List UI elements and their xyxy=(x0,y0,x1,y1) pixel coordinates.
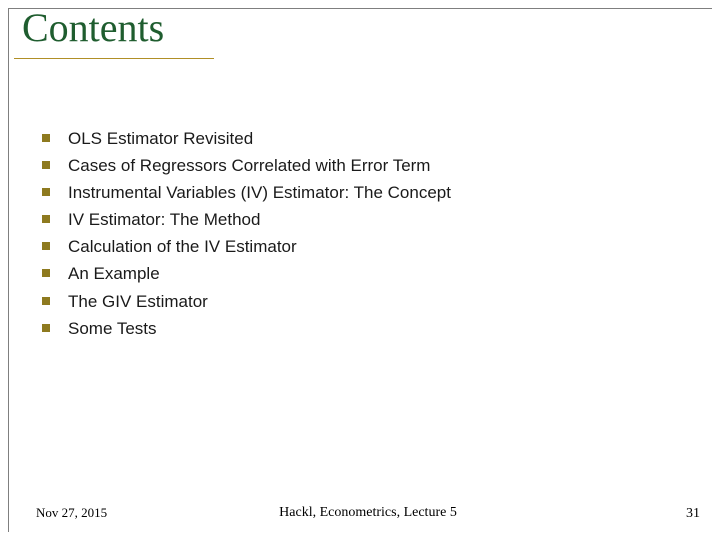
square-bullet-icon xyxy=(42,134,50,142)
footer-center: Hackl, Econometrics, Lecture 5 xyxy=(279,505,457,521)
list-item-text: Cases of Regressors Correlated with Erro… xyxy=(68,155,430,177)
footer-page-number: 31 xyxy=(686,506,700,522)
square-bullet-icon xyxy=(42,161,50,169)
list-item: IV Estimator: The Method xyxy=(42,209,662,231)
square-bullet-icon xyxy=(42,269,50,277)
list-item-text: Calculation of the IV Estimator xyxy=(68,236,297,258)
list-item-text: Some Tests xyxy=(68,318,157,340)
list-item-text: An Example xyxy=(68,263,160,285)
slide-footer: Nov 27, 2015 Hackl, Econometrics, Lectur… xyxy=(36,505,700,522)
list-item-text: The GIV Estimator xyxy=(68,291,208,313)
square-bullet-icon xyxy=(42,188,50,196)
list-item: Instrumental Variables (IV) Estimator: T… xyxy=(42,182,662,204)
slide-title: Contents xyxy=(22,6,164,50)
square-bullet-icon xyxy=(42,242,50,250)
list-item: Calculation of the IV Estimator xyxy=(42,236,662,258)
list-item-text: IV Estimator: The Method xyxy=(68,209,260,231)
contents-list: OLS Estimator Revisited Cases of Regress… xyxy=(42,128,662,345)
title-underline xyxy=(14,58,214,59)
list-item-text: Instrumental Variables (IV) Estimator: T… xyxy=(68,182,451,204)
title-wrap: Contents xyxy=(22,6,164,50)
square-bullet-icon xyxy=(42,215,50,223)
list-item: The GIV Estimator xyxy=(42,291,662,313)
list-item-text: OLS Estimator Revisited xyxy=(68,128,253,150)
list-item: Some Tests xyxy=(42,318,662,340)
footer-date: Nov 27, 2015 xyxy=(36,505,107,521)
square-bullet-icon xyxy=(42,297,50,305)
list-item: OLS Estimator Revisited xyxy=(42,128,662,150)
list-item: Cases of Regressors Correlated with Erro… xyxy=(42,155,662,177)
square-bullet-icon xyxy=(42,324,50,332)
list-item: An Example xyxy=(42,263,662,285)
